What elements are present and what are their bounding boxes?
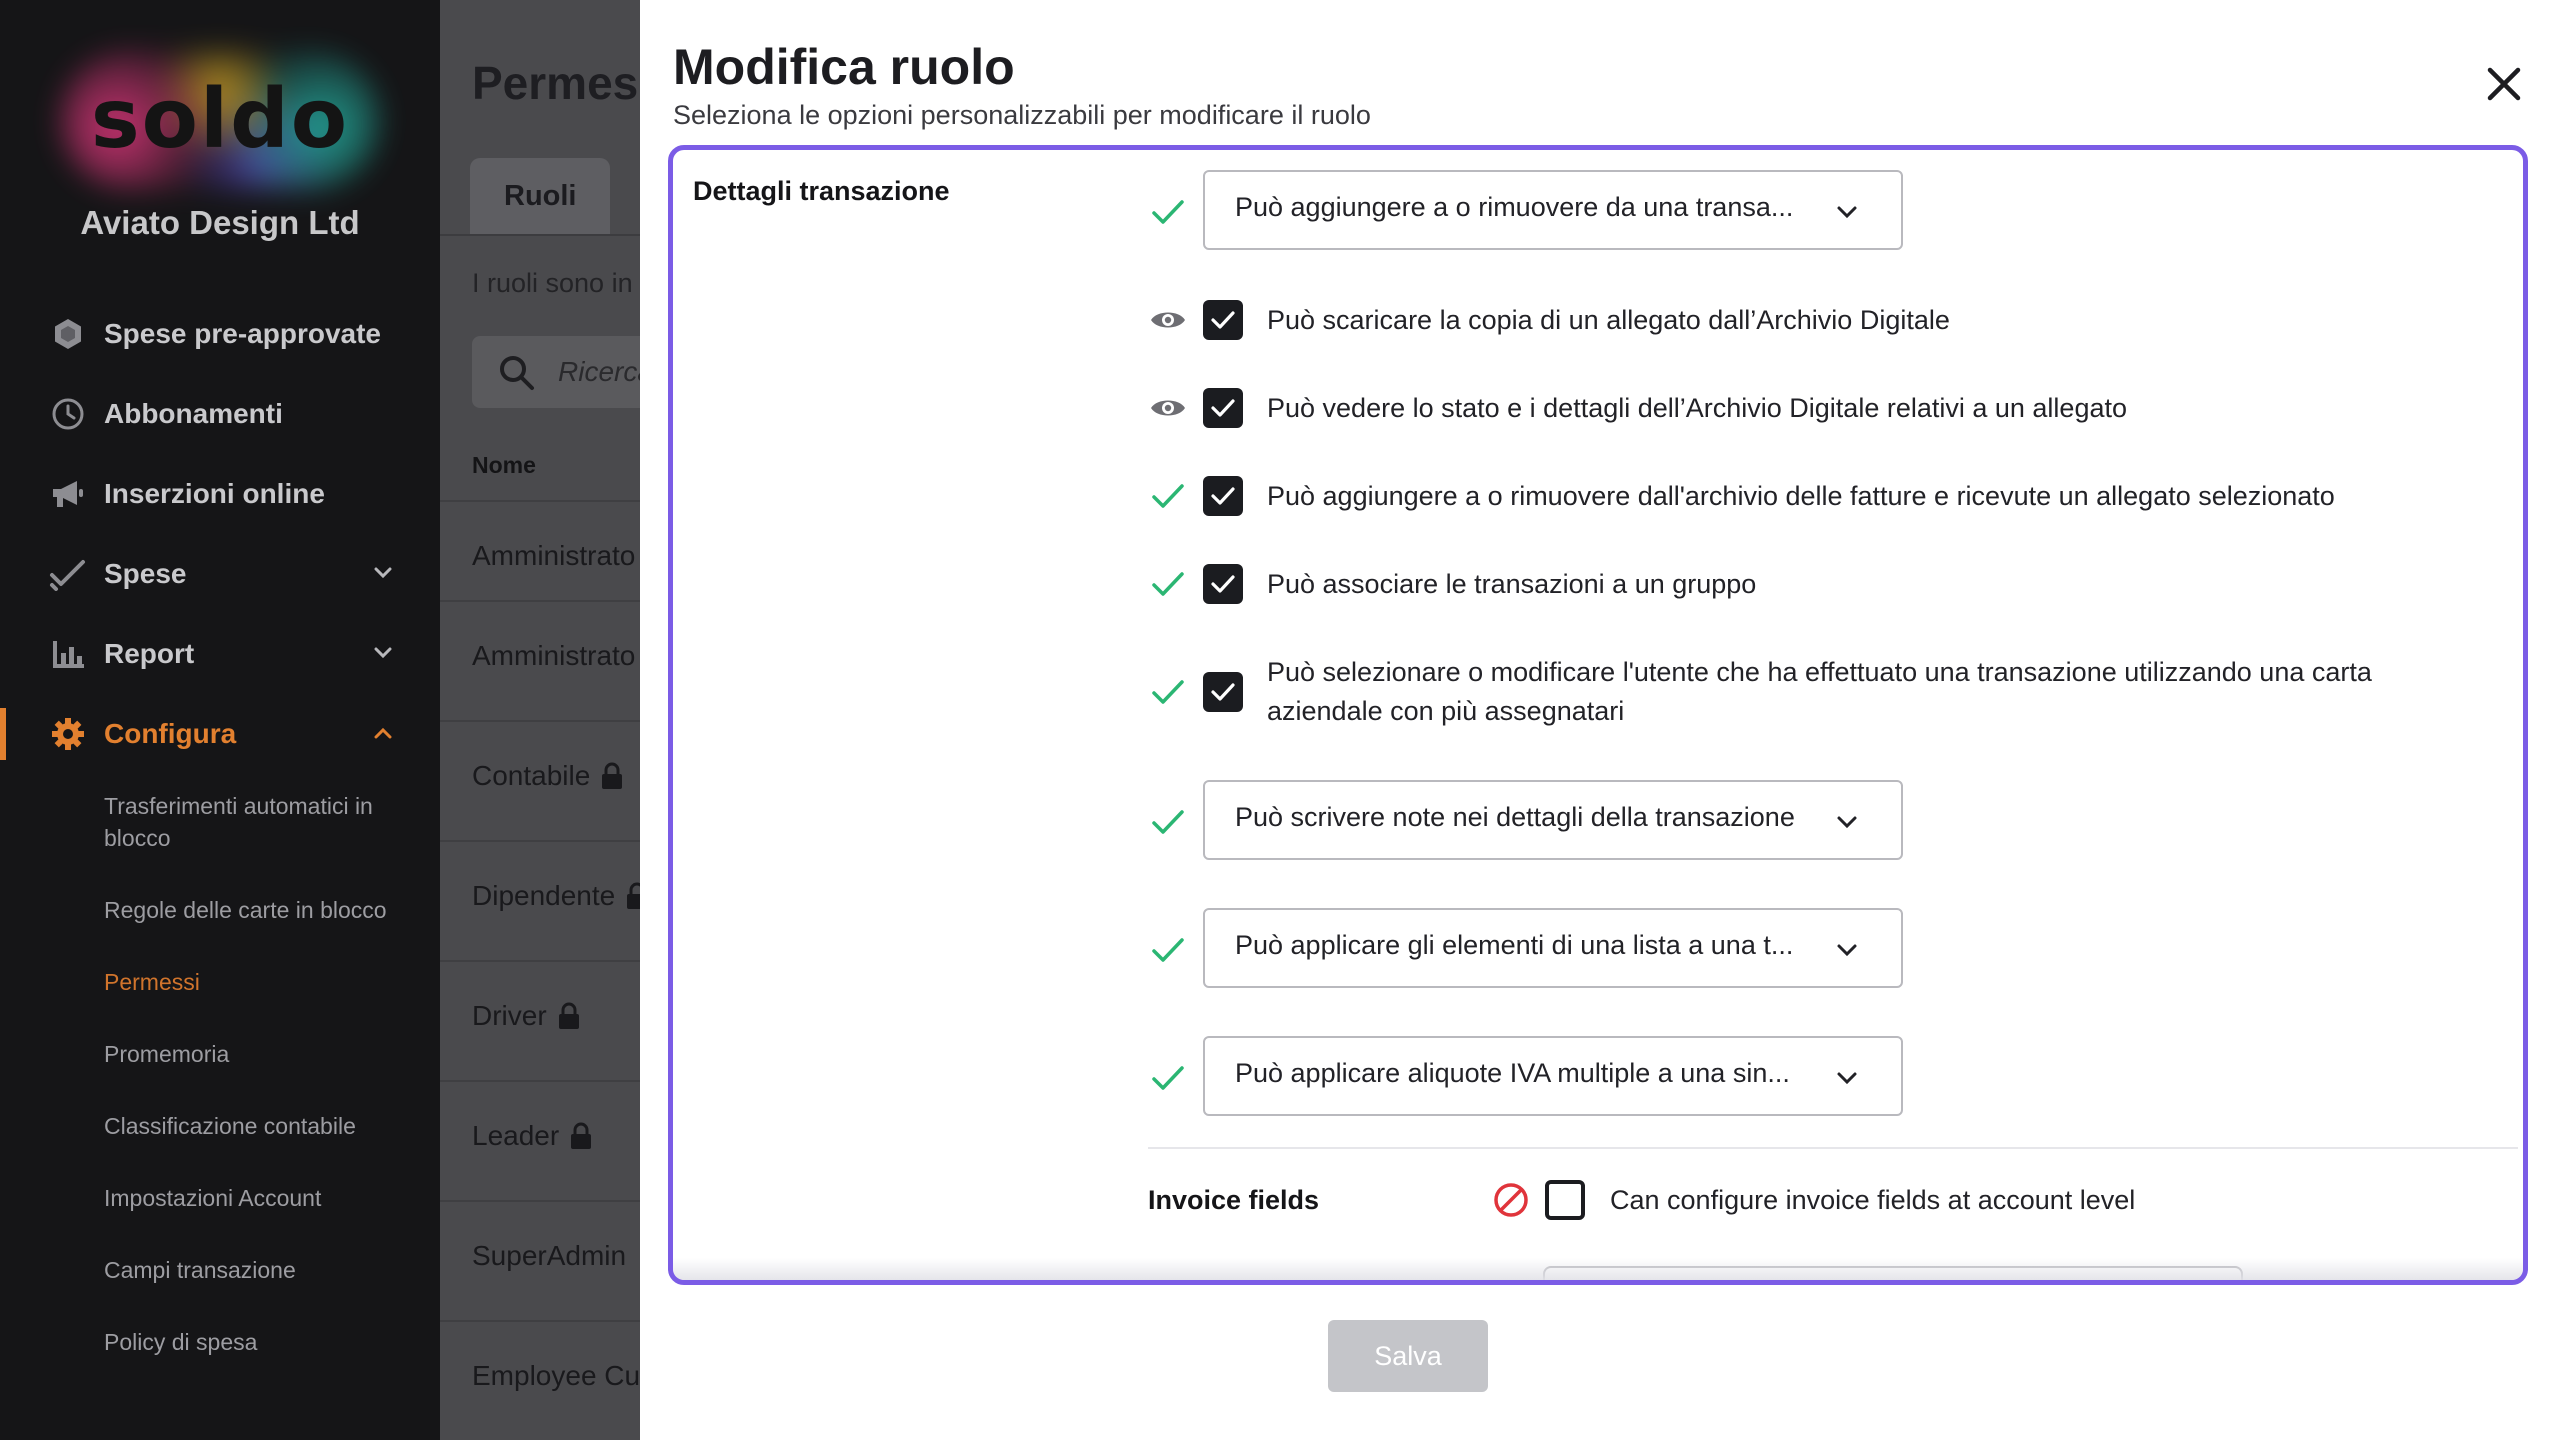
table-row[interactable]: Employee Cus — [440, 1320, 640, 1440]
checkmark-icon — [1211, 399, 1235, 417]
sub-item-classificazione[interactable]: Classificazione contabile — [104, 1110, 414, 1142]
permission-checkbox[interactable] — [1203, 672, 1243, 712]
forbidden-icon — [1491, 1180, 1531, 1220]
save-button[interactable]: Salva — [1328, 1320, 1488, 1392]
column-header-nome: Nome — [472, 452, 536, 478]
sub-item-policy[interactable]: Policy di spesa — [104, 1326, 414, 1358]
chevron-down-icon — [1833, 1064, 1861, 1097]
permissions-panel[interactable]: Dettagli transazione Può aggiungere a o … — [668, 145, 2528, 1285]
permission-dropdown[interactable]: Può aggiungere a o rimuovere da una tran… — [1203, 170, 1903, 250]
eye-icon — [1148, 300, 1188, 340]
chevron-down-icon — [1833, 198, 1861, 231]
sub-item-campi-transazione[interactable]: Campi transazione — [104, 1254, 414, 1286]
soldo-logo: soldo — [60, 50, 380, 190]
clock-icon — [48, 394, 88, 434]
permission-label: Può vedere lo stato e i dettagli dell’Ar… — [1267, 393, 2127, 423]
chevron-down-icon — [370, 560, 396, 593]
company-name: Aviato Design Ltd — [80, 204, 360, 241]
check-icon — [1148, 192, 1188, 232]
nav-item-abbonamenti[interactable]: Abbonamenti — [0, 384, 440, 444]
modal-title: Modifica ruolo — [673, 39, 1015, 95]
table-row[interactable]: Amministrato — [440, 600, 640, 720]
nav-item-inserzioni-online[interactable]: Inserzioni online — [0, 464, 440, 524]
check-icon — [1148, 476, 1188, 516]
permission-dropdown[interactable]: Può scrivere note nei dettagli della tra… — [1203, 780, 1903, 860]
permission-dropdown[interactable]: Può applicare aliquote IVA multiple a un… — [1203, 1036, 1903, 1116]
table-row[interactable]: SuperAdmin — [440, 1200, 640, 1320]
table-row[interactable]: Dipendente — [440, 840, 640, 960]
page-title: Permes — [472, 57, 639, 109]
table-row[interactable]: Driver — [440, 960, 640, 1080]
invoice-fields-checkbox[interactable] — [1545, 1180, 1585, 1220]
modal-subtitle: Seleziona le opzioni personalizzabili pe… — [673, 100, 1371, 130]
lock-icon — [627, 882, 640, 909]
nav-item-configura[interactable]: Configura — [0, 704, 440, 764]
section-divider — [1148, 1147, 2518, 1149]
lock-icon — [558, 1002, 579, 1029]
sub-item-permessi[interactable]: Permessi — [104, 966, 414, 998]
sub-item-promemoria[interactable]: Promemoria — [104, 1038, 414, 1070]
lock-icon — [602, 762, 623, 789]
eye-icon — [1148, 388, 1188, 428]
chevron-down-icon — [1833, 936, 1861, 969]
search-icon — [498, 354, 536, 397]
chevron-up-icon — [370, 720, 396, 753]
permission-dropdown[interactable]: Può applicare gli elementi di una lista … — [1203, 908, 1903, 988]
lock-icon — [571, 1122, 592, 1149]
permission-checkbox[interactable] — [1203, 564, 1243, 604]
sub-item-impostazioni[interactable]: Impostazioni Account — [104, 1182, 414, 1214]
check-icon — [1148, 930, 1188, 970]
table-row[interactable]: Leader — [440, 1080, 640, 1200]
close-button[interactable] — [2482, 62, 2526, 106]
megaphone-icon — [48, 474, 88, 514]
checkmark-icon — [1211, 311, 1235, 329]
sub-item-trasferimenti[interactable]: Trasferimenti automatici in blocco — [104, 790, 414, 854]
permission-checkbox[interactable] — [1203, 300, 1243, 340]
bar-chart-icon — [48, 634, 88, 674]
gear-icon — [48, 714, 88, 754]
checkmark-icon — [1211, 683, 1235, 701]
section-label-invoice-fields: Invoice fields — [1148, 1185, 1320, 1215]
check-icon — [1148, 672, 1188, 712]
chevron-down-icon — [370, 640, 396, 673]
tab-ruoli[interactable]: Ruoli — [470, 158, 610, 234]
nav-item-spese-pre-approvate[interactable]: Spese pre-approvate — [0, 304, 440, 364]
close-icon — [2487, 67, 2521, 101]
permission-checkbox[interactable] — [1203, 476, 1243, 516]
nav-item-spese[interactable]: Spese — [0, 544, 440, 604]
check-icon — [1148, 802, 1188, 842]
page-hint: I ruoli sono in — [472, 268, 633, 298]
permission-checkbox[interactable] — [1203, 388, 1243, 428]
permission-label: Può scaricare la copia di un allegato da… — [1267, 305, 1950, 335]
permission-label: Può associare le transazioni a un gruppo — [1267, 569, 1757, 599]
invoice-fields-label: Can configure invoice fields at account … — [1610, 1185, 2136, 1215]
search-input[interactable]: Ricerca — [472, 336, 640, 408]
sidebar: soldo Aviato Design Ltd Spese pre-approv… — [0, 0, 440, 1440]
permission-label: aziendale con più assegnatari — [1267, 696, 1625, 726]
permission-label: Può aggiungere a o rimuovere dall'archiv… — [1267, 481, 2335, 511]
section-label-dettagli-transazione: Dettagli transazione — [693, 176, 950, 206]
chevron-down-icon — [1833, 808, 1861, 841]
check-double-icon — [48, 554, 88, 594]
checkmark-icon — [1211, 487, 1235, 505]
nav-item-report[interactable]: Report — [0, 624, 440, 684]
check-icon — [1148, 564, 1188, 604]
checkmark-icon — [1211, 575, 1235, 593]
edit-role-modal: Modifica ruolo Seleziona le opzioni pers… — [640, 0, 2560, 1440]
table-row[interactable]: Contabile — [440, 720, 640, 840]
sub-item-regole-carte[interactable]: Regole delle carte in blocco — [104, 894, 414, 926]
permission-label: Può selezionare o modificare l'utente ch… — [1267, 657, 2372, 687]
check-icon — [1148, 1058, 1188, 1098]
hexagon-icon — [48, 314, 88, 354]
background-page: Permes Ruoli I ruoli sono in Ricerca Nom… — [440, 0, 640, 1440]
